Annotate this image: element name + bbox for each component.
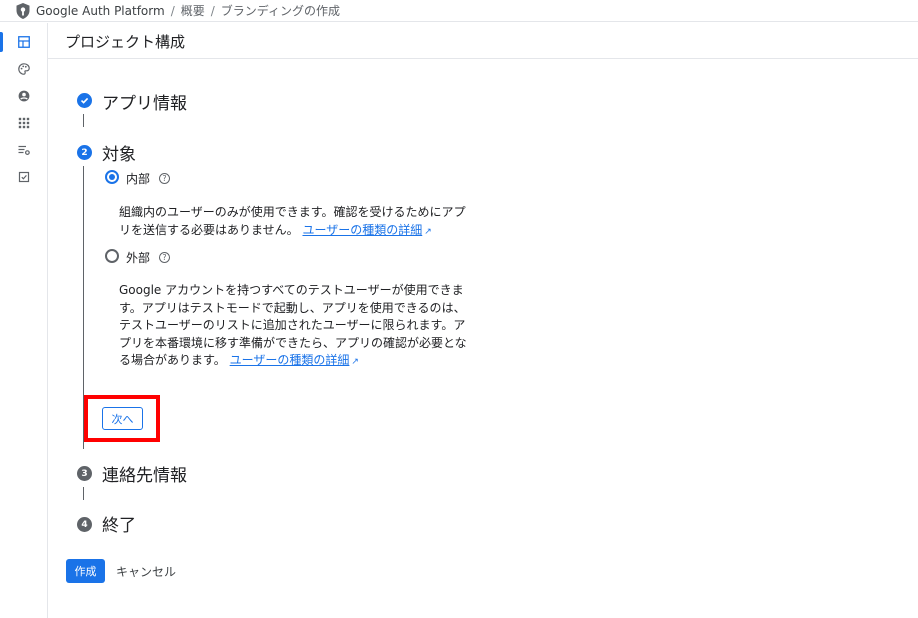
- nav-clients[interactable]: [0, 110, 48, 136]
- step-connector: [83, 114, 84, 127]
- left-nav-rail: [0, 23, 48, 618]
- breadcrumb-separator: /: [210, 3, 215, 18]
- help-icon[interactable]: ?: [159, 252, 170, 263]
- nav-data-access[interactable]: [0, 137, 48, 163]
- next-button[interactable]: 次へ: [102, 407, 143, 430]
- palette-icon: [18, 63, 30, 75]
- nav-branding[interactable]: [0, 56, 48, 82]
- step-number-badge: 2: [77, 145, 92, 160]
- step-title-finish[interactable]: 終了: [102, 511, 136, 536]
- create-button[interactable]: 作成: [66, 559, 105, 583]
- dashboard-icon: [18, 36, 30, 48]
- radio-internal-label[interactable]: 内部: [126, 170, 150, 187]
- radio-internal[interactable]: [105, 170, 119, 184]
- breadcrumb-item-platform[interactable]: Google Auth Platform: [36, 4, 165, 18]
- apps-grid-icon: [18, 117, 30, 129]
- user-type-details-link[interactable]: ユーザーの種類の詳細: [302, 223, 422, 237]
- step-complete-check-icon: [77, 93, 92, 108]
- radio-external-label[interactable]: 外部: [126, 249, 150, 266]
- step-number-badge: 4: [77, 517, 92, 532]
- shield-logo-icon: [16, 2, 30, 19]
- step-title-app-info[interactable]: アプリ情報: [102, 89, 187, 114]
- internal-description: 組織内のユーザーのみが使用できます。確認を受けるためにアプリを送信する必要はあり…: [119, 204, 467, 241]
- radio-external[interactable]: [105, 249, 119, 263]
- step-title-audience[interactable]: 対象: [102, 140, 136, 165]
- external-link-icon: ↗: [351, 357, 359, 367]
- breadcrumb-item-create-branding: ブランディングの作成: [220, 4, 340, 18]
- external-description: Google アカウントを持つすべてのテストユーザーが使用できます。アプリはテス…: [119, 282, 467, 372]
- breadcrumb-separator: /: [170, 3, 175, 18]
- page-title: プロジェクト構成: [65, 33, 186, 51]
- page-header: プロジェクト構成: [48, 23, 918, 59]
- account-circle-icon: [18, 90, 30, 102]
- list-settings-icon: [18, 145, 30, 156]
- step-title-contact-info[interactable]: 連絡先情報: [102, 461, 187, 486]
- step-connector: [83, 487, 84, 500]
- user-type-details-link[interactable]: ユーザーの種類の詳細: [230, 353, 350, 367]
- nav-verification[interactable]: [0, 164, 48, 190]
- nav-overview[interactable]: [0, 29, 48, 55]
- breadcrumb-item-overview[interactable]: 概要: [181, 2, 205, 19]
- external-link-icon: ↗: [424, 226, 432, 237]
- checkbox-icon: [18, 171, 30, 183]
- step-number-badge: 3: [77, 466, 92, 481]
- breadcrumb: Google Auth Platform / 概要 / ブランディングの作成: [0, 0, 918, 22]
- nav-audience[interactable]: [0, 83, 48, 109]
- help-icon[interactable]: ?: [159, 173, 170, 184]
- cancel-button[interactable]: キャンセル: [116, 559, 176, 583]
